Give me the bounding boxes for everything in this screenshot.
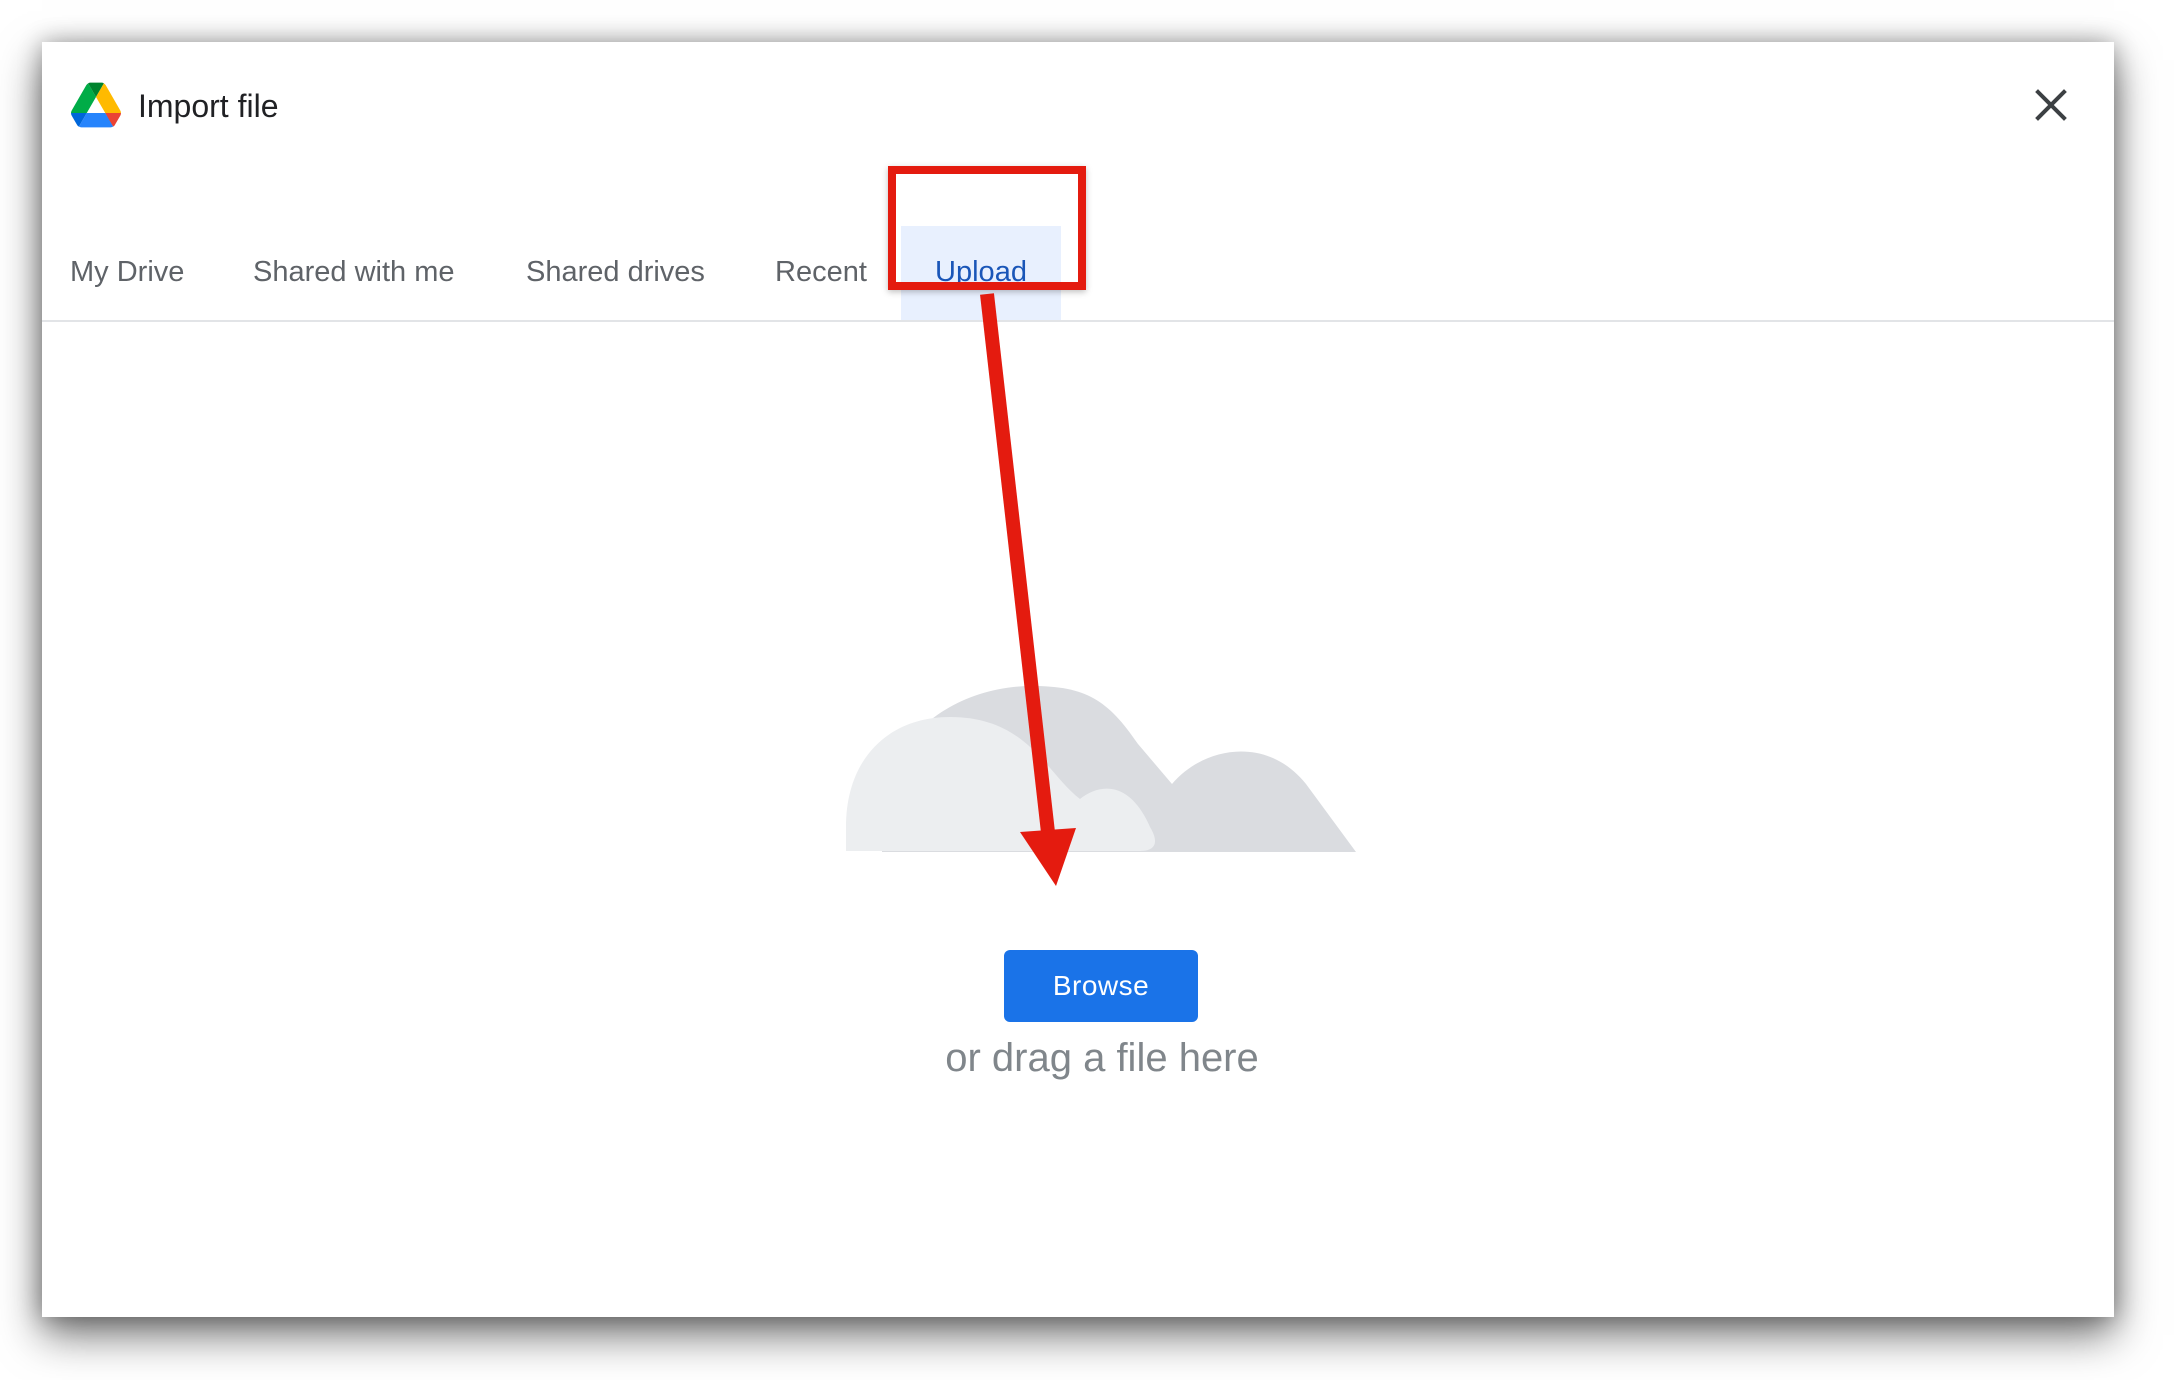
- tab-shared-with-me[interactable]: Shared with me: [253, 170, 455, 320]
- close-icon[interactable]: [2028, 82, 2074, 128]
- browse-button[interactable]: Browse: [1004, 950, 1198, 1022]
- google-drive-logo-icon: [71, 82, 121, 128]
- dialog-header: Import file: [42, 42, 2114, 172]
- import-file-dialog: Import file My Drive Shared with me Shar…: [42, 42, 2114, 1317]
- tab-bar: My Drive Shared with me Shared drives Re…: [42, 170, 2114, 322]
- cloud-illustration-icon: [846, 686, 1356, 852]
- tab-recent[interactable]: Recent: [775, 170, 867, 320]
- dialog-title: Import file: [138, 88, 279, 124]
- tab-shared-drives[interactable]: Shared drives: [526, 170, 705, 320]
- tab-my-drive[interactable]: My Drive: [70, 170, 184, 320]
- tab-upload[interactable]: Upload: [901, 226, 1061, 320]
- screenshot-stage: Import file My Drive Shared with me Shar…: [0, 0, 2176, 1380]
- drag-hint-text: or drag a file here: [945, 1036, 1259, 1080]
